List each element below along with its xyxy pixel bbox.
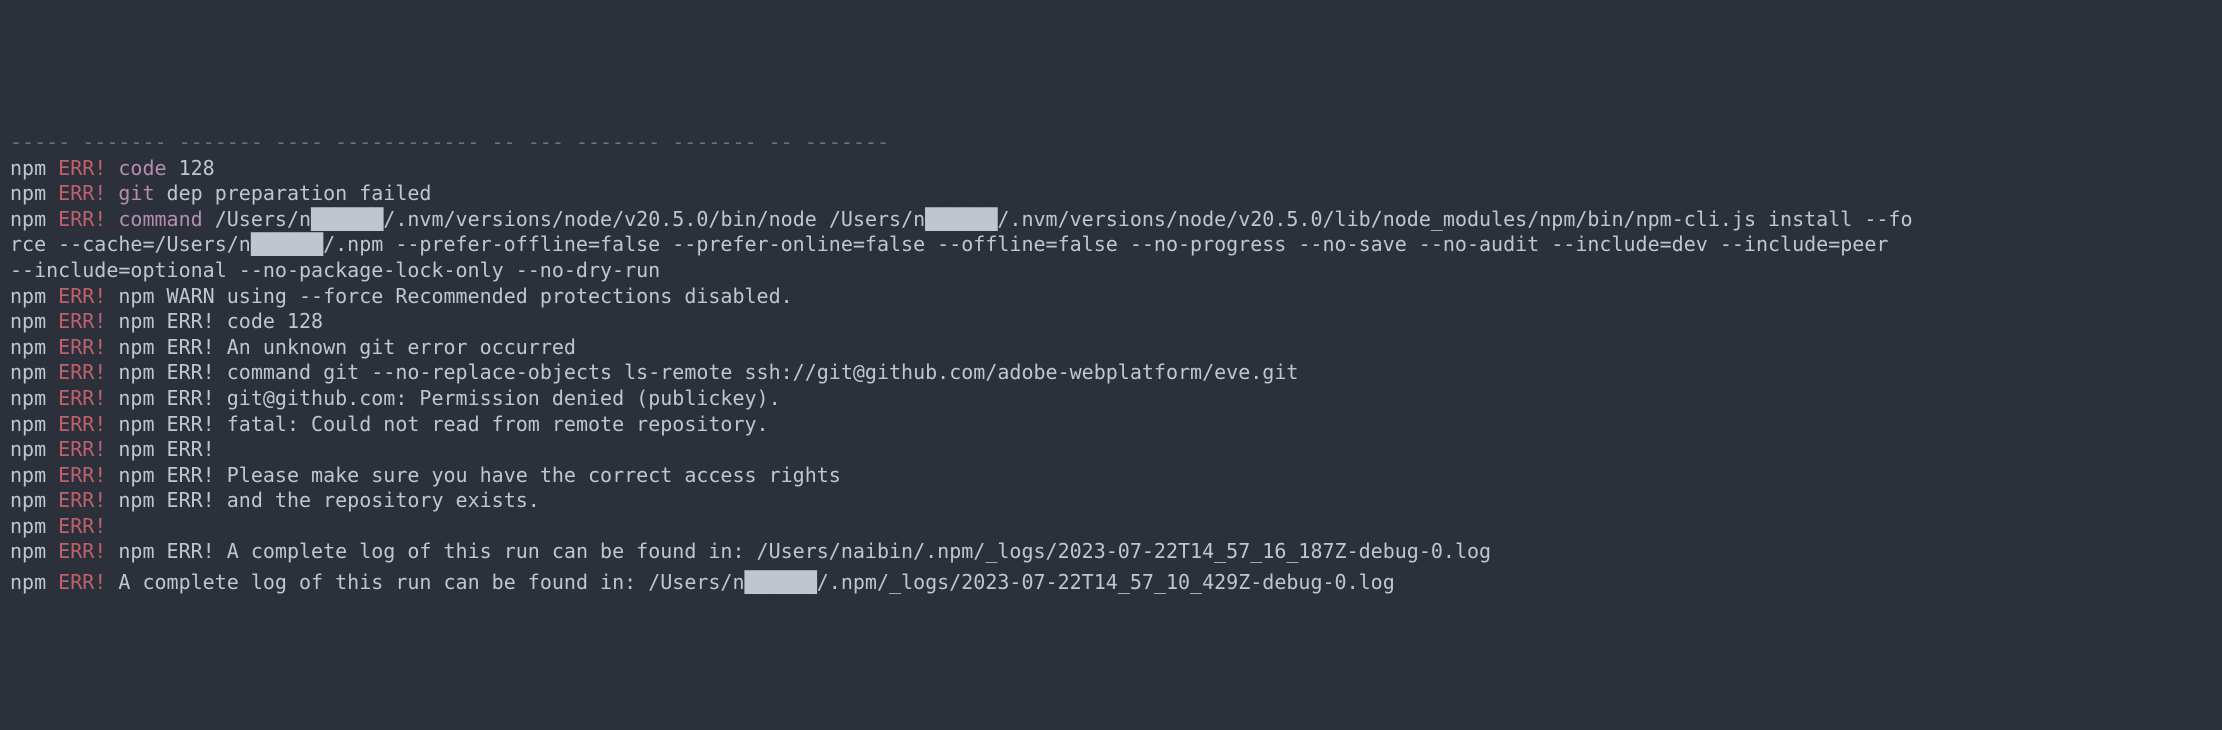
terminal-line: npm ERR! <box>10 514 2212 540</box>
terminal-text-span: --include=optional --no-package-lock-onl… <box>10 258 660 282</box>
terminal-line: npm ERR! command /Users/n██████/.nvm/ver… <box>10 207 2212 233</box>
terminal-line: npm ERR! npm ERR! and the repository exi… <box>10 488 2212 514</box>
terminal-line: npm ERR! npm ERR! command git --no-repla… <box>10 360 2212 386</box>
terminal-line: npm ERR! npm ERR! A complete log of this… <box>10 539 2212 565</box>
terminal-text-span: npm <box>10 156 58 180</box>
terminal-text-span: ----- ------- ------- ---- ------------ … <box>10 130 889 154</box>
terminal-text-span: /Users/n██████/.nvm/versions/node/v20.5.… <box>203 207 1913 231</box>
terminal-text-span: npm <box>10 386 58 410</box>
terminal-text-span: npm <box>10 539 58 563</box>
terminal-text-span: npm ERR! command git --no-replace-object… <box>106 360 1298 384</box>
terminal-text-span: npm <box>10 437 58 461</box>
terminal-text-span: npm ERR! code 128 <box>106 309 323 333</box>
terminal-text-span: ERR! <box>58 181 106 205</box>
terminal-text-span: npm <box>10 360 58 384</box>
terminal-line: npm ERR! npm ERR! git@github.com: Permis… <box>10 386 2212 412</box>
terminal-text-span: ERR! <box>58 386 106 410</box>
terminal-text-span <box>106 207 118 231</box>
terminal-text-span: ERR! <box>58 539 106 563</box>
terminal-text-span: npm <box>10 309 58 333</box>
terminal-text-span: npm <box>10 412 58 436</box>
terminal-line: npm ERR! npm WARN using --force Recommen… <box>10 284 2212 310</box>
terminal-text-span: npm ERR! An unknown git error occurred <box>106 335 576 359</box>
terminal-text-span: ERR! <box>58 284 106 308</box>
terminal-text-span: ERR! <box>58 309 106 333</box>
terminal-text-span: npm <box>10 207 58 231</box>
terminal-text-span: ERR! <box>58 488 106 512</box>
terminal-line: npm ERR! git dep preparation failed <box>10 181 2212 207</box>
terminal-line: rce --cache=/Users/n██████/.npm --prefer… <box>10 232 2212 258</box>
terminal-text-span: ERR! <box>58 412 106 436</box>
terminal-text-span: npm <box>10 488 58 512</box>
terminal-text-span: npm ERR! <box>106 437 214 461</box>
terminal-text-span: ERR! <box>58 437 106 461</box>
terminal-text-span: ERR! <box>58 207 106 231</box>
terminal-line: ----- ------- ------- ---- ------------ … <box>10 130 2212 156</box>
terminal-text-span: npm WARN using --force Recommended prote… <box>106 284 792 308</box>
terminal-text-span: A complete log of this run can be found … <box>106 570 1394 594</box>
terminal-line: npm ERR! A complete log of this run can … <box>10 570 2212 596</box>
terminal-text-span: rce --cache=/Users/n██████/.npm --prefer… <box>10 232 1900 256</box>
terminal-text-span: npm ERR! Please make sure you have the c… <box>106 463 841 487</box>
terminal-text-span: ERR! <box>58 463 106 487</box>
terminal-text-span: code <box>118 156 166 180</box>
terminal-line: --include=optional --no-package-lock-onl… <box>10 258 2212 284</box>
terminal-text-span: ERR! <box>58 156 106 180</box>
terminal-text-span: npm <box>10 284 58 308</box>
terminal-text-span: npm ERR! and the repository exists. <box>106 488 539 512</box>
terminal-text-span: command <box>118 207 202 231</box>
terminal-text-span: dep preparation failed <box>155 181 432 205</box>
terminal-text-span: npm <box>10 181 58 205</box>
terminal-line: npm ERR! npm ERR! Please make sure you h… <box>10 463 2212 489</box>
terminal-text-span: npm <box>10 570 58 594</box>
terminal-text-span: npm <box>10 463 58 487</box>
terminal-line: npm ERR! code 128 <box>10 156 2212 182</box>
terminal-text-span: npm <box>10 335 58 359</box>
terminal-text-span: npm ERR! git@github.com: Permission deni… <box>106 386 780 410</box>
terminal-text-span <box>106 156 118 180</box>
terminal-text-span <box>106 181 118 205</box>
terminal-text-span: ERR! <box>58 335 106 359</box>
terminal-text-span: npm ERR! A complete log of this run can … <box>106 539 1491 563</box>
terminal-text-span: npm <box>10 514 58 538</box>
terminal-text-span: git <box>118 181 154 205</box>
terminal-text-span: npm ERR! fatal: Could not read from remo… <box>106 412 768 436</box>
terminal-line: npm ERR! npm ERR! code 128 <box>10 309 2212 335</box>
terminal-line: npm ERR! npm ERR! fatal: Could not read … <box>10 412 2212 438</box>
terminal-text-span: ERR! <box>58 570 106 594</box>
terminal-line: npm ERR! npm ERR! <box>10 437 2212 463</box>
terminal-text-span: ERR! <box>58 514 106 538</box>
terminal-text-span: ERR! <box>58 360 106 384</box>
terminal-text-span: 128 <box>167 156 215 180</box>
terminal-line: npm ERR! npm ERR! An unknown git error o… <box>10 335 2212 361</box>
terminal-output[interactable]: ----- ------- ------- ---- ------------ … <box>0 128 2222 602</box>
